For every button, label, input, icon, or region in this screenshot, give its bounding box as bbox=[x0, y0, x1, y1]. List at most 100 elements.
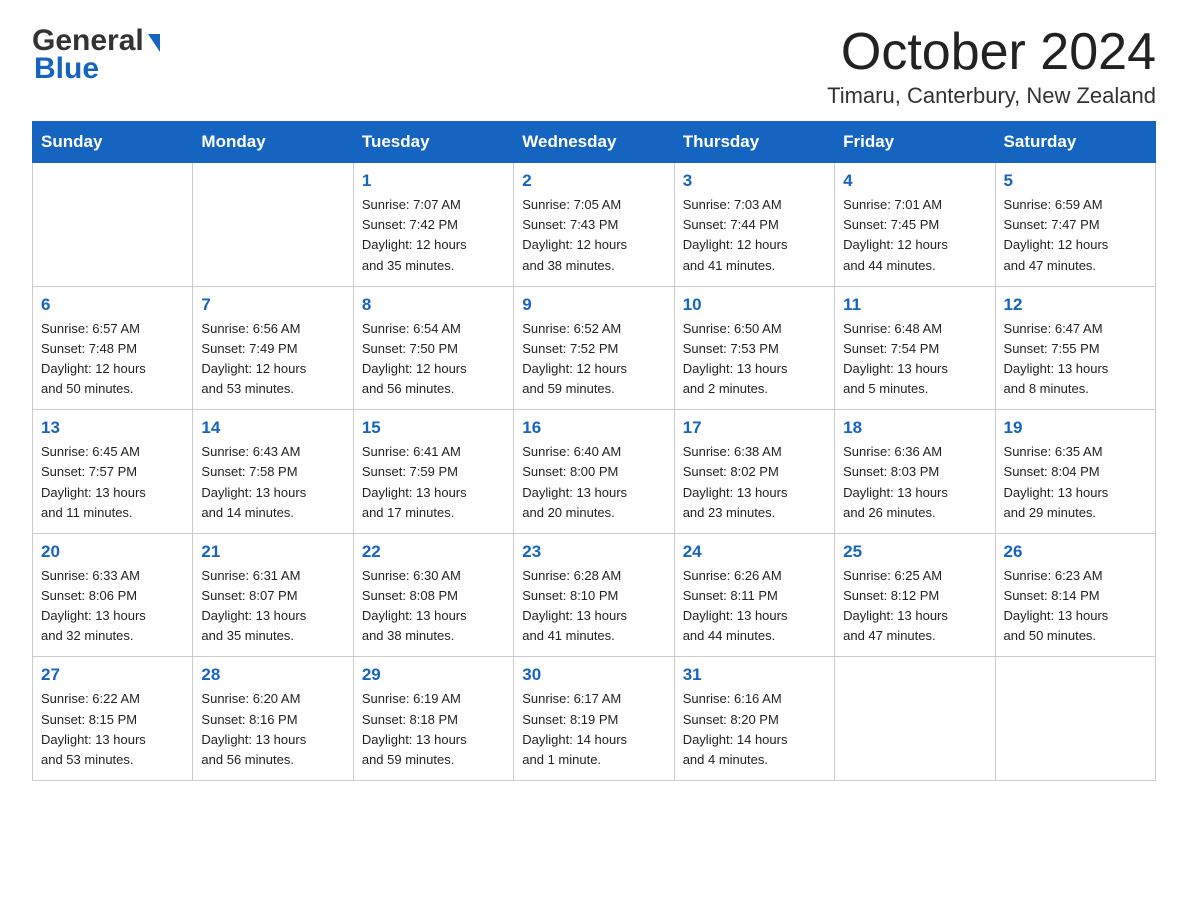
calendar-cell: 10 Sunrise: 6:50 AMSunset: 7:53 PMDayligh… bbox=[674, 286, 834, 410]
day-info: Sunrise: 6:41 AMSunset: 7:59 PMDaylight:… bbox=[362, 442, 505, 523]
day-info: Sunrise: 6:35 AMSunset: 8:04 PMDaylight:… bbox=[1004, 442, 1147, 523]
calendar-cell: 8Sunrise: 6:54 AMSunset: 7:50 PMDaylight… bbox=[353, 286, 513, 410]
calendar-cell: 30Sunrise: 6:17 AMSunset: 8:19 PMDayligh… bbox=[514, 657, 674, 781]
day-info: Sunrise: 6:40 AMSunset: 8:00 PMDaylight:… bbox=[522, 442, 665, 523]
title-block: October 2024 Timaru, Canterbury, New Zea… bbox=[827, 24, 1156, 109]
day-info: Sunrise: 6:45 AMSunset: 7:57 PMDaylight:… bbox=[41, 442, 184, 523]
calendar-cell bbox=[193, 163, 353, 287]
day-info: Sunrise: 6:59 AMSunset: 7:47 PMDaylight:… bbox=[1004, 195, 1147, 276]
day-number: 17 bbox=[683, 418, 826, 438]
calendar-week-row: 13 Sunrise: 6:45 AMSunset: 7:57 PMDayligh… bbox=[33, 410, 1156, 534]
calendar-cell: 22Sunrise: 6:30 AMSunset: 8:08 PMDayligh… bbox=[353, 533, 513, 657]
calendar-cell: 18 Sunrise: 6:36 AMSunset: 8:03 PMDayligh… bbox=[835, 410, 995, 534]
day-number: 6 bbox=[41, 295, 184, 315]
calendar-cell bbox=[995, 657, 1155, 781]
day-number: 10 bbox=[683, 295, 826, 315]
day-info: Sunrise: 6:16 AMSunset: 8:20 PMDaylight:… bbox=[683, 689, 826, 770]
day-info: Sunrise: 6:26 AMSunset: 8:11 PMDaylight:… bbox=[683, 566, 826, 647]
day-number: 11 bbox=[843, 295, 986, 315]
day-number: 1 bbox=[362, 171, 505, 191]
calendar-cell: 1Sunrise: 7:07 AMSunset: 7:42 PMDaylight… bbox=[353, 163, 513, 287]
calendar-cell: 11 Sunrise: 6:48 AMSunset: 7:54 PMDayligh… bbox=[835, 286, 995, 410]
calendar-cell bbox=[835, 657, 995, 781]
page-header: General Blue October 2024 Timaru, Canter… bbox=[32, 24, 1156, 109]
day-number: 15 bbox=[362, 418, 505, 438]
day-number: 9 bbox=[522, 295, 665, 315]
day-number: 24 bbox=[683, 542, 826, 562]
day-info: Sunrise: 6:43 AMSunset: 7:58 PMDaylight:… bbox=[201, 442, 344, 523]
day-number: 3 bbox=[683, 171, 826, 191]
calendar-cell: 31 Sunrise: 6:16 AMSunset: 8:20 PMDayligh… bbox=[674, 657, 834, 781]
calendar-cell: 5 Sunrise: 6:59 AMSunset: 7:47 PMDaylight… bbox=[995, 163, 1155, 287]
calendar-cell: 24 Sunrise: 6:26 AMSunset: 8:11 PMDayligh… bbox=[674, 533, 834, 657]
day-info: Sunrise: 6:38 AMSunset: 8:02 PMDaylight:… bbox=[683, 442, 826, 523]
day-number: 7 bbox=[201, 295, 344, 315]
calendar-cell: 3 Sunrise: 7:03 AMSunset: 7:44 PMDaylight… bbox=[674, 163, 834, 287]
calendar-cell: 17 Sunrise: 6:38 AMSunset: 8:02 PMDayligh… bbox=[674, 410, 834, 534]
day-number: 22 bbox=[362, 542, 505, 562]
day-number: 16 bbox=[522, 418, 665, 438]
logo-triangle-icon bbox=[148, 34, 160, 52]
weekday-header-row: SundayMondayTuesdayWednesdayThursdayFrid… bbox=[33, 122, 1156, 163]
day-number: 4 bbox=[843, 171, 986, 191]
calendar-cell: 15 Sunrise: 6:41 AMSunset: 7:59 PMDayligh… bbox=[353, 410, 513, 534]
day-number: 14 bbox=[201, 418, 344, 438]
calendar-week-row: 6 Sunrise: 6:57 AMSunset: 7:48 PMDaylight… bbox=[33, 286, 1156, 410]
calendar-cell: 20Sunrise: 6:33 AMSunset: 8:06 PMDayligh… bbox=[33, 533, 193, 657]
location-text: Timaru, Canterbury, New Zealand bbox=[827, 83, 1156, 109]
day-number: 2 bbox=[522, 171, 665, 191]
day-number: 30 bbox=[522, 665, 665, 685]
day-number: 19 bbox=[1004, 418, 1147, 438]
weekday-header-saturday: Saturday bbox=[995, 122, 1155, 163]
day-info: Sunrise: 6:47 AMSunset: 7:55 PMDaylight:… bbox=[1004, 319, 1147, 400]
weekday-header-thursday: Thursday bbox=[674, 122, 834, 163]
day-info: Sunrise: 6:57 AMSunset: 7:48 PMDaylight:… bbox=[41, 319, 184, 400]
day-number: 26 bbox=[1004, 542, 1147, 562]
day-info: Sunrise: 7:03 AMSunset: 7:44 PMDaylight:… bbox=[683, 195, 826, 276]
weekday-header-monday: Monday bbox=[193, 122, 353, 163]
day-number: 27 bbox=[41, 665, 184, 685]
calendar-cell: 21 Sunrise: 6:31 AMSunset: 8:07 PMDayligh… bbox=[193, 533, 353, 657]
day-number: 25 bbox=[843, 542, 986, 562]
calendar-cell: 25 Sunrise: 6:25 AMSunset: 8:12 PMDayligh… bbox=[835, 533, 995, 657]
logo-blue-text: Blue bbox=[34, 52, 160, 86]
day-info: Sunrise: 7:05 AMSunset: 7:43 PMDaylight:… bbox=[522, 195, 665, 276]
calendar-cell: 13 Sunrise: 6:45 AMSunset: 7:57 PMDayligh… bbox=[33, 410, 193, 534]
day-number: 31 bbox=[683, 665, 826, 685]
weekday-header-sunday: Sunday bbox=[33, 122, 193, 163]
day-number: 29 bbox=[362, 665, 505, 685]
day-number: 21 bbox=[201, 542, 344, 562]
calendar-cell: 6 Sunrise: 6:57 AMSunset: 7:48 PMDaylight… bbox=[33, 286, 193, 410]
day-info: Sunrise: 6:54 AMSunset: 7:50 PMDaylight:… bbox=[362, 319, 505, 400]
day-info: Sunrise: 6:56 AMSunset: 7:49 PMDaylight:… bbox=[201, 319, 344, 400]
day-info: Sunrise: 6:28 AMSunset: 8:10 PMDaylight:… bbox=[522, 566, 665, 647]
day-info: Sunrise: 6:25 AMSunset: 8:12 PMDaylight:… bbox=[843, 566, 986, 647]
calendar-cell: 7 Sunrise: 6:56 AMSunset: 7:49 PMDaylight… bbox=[193, 286, 353, 410]
calendar-table: SundayMondayTuesdayWednesdayThursdayFrid… bbox=[32, 121, 1156, 781]
day-info: Sunrise: 6:31 AMSunset: 8:07 PMDaylight:… bbox=[201, 566, 344, 647]
calendar-cell: 23Sunrise: 6:28 AMSunset: 8:10 PMDayligh… bbox=[514, 533, 674, 657]
calendar-cell: 19 Sunrise: 6:35 AMSunset: 8:04 PMDayligh… bbox=[995, 410, 1155, 534]
calendar-week-row: 27 Sunrise: 6:22 AMSunset: 8:15 PMDayligh… bbox=[33, 657, 1156, 781]
day-info: Sunrise: 6:33 AMSunset: 8:06 PMDaylight:… bbox=[41, 566, 184, 647]
calendar-cell bbox=[33, 163, 193, 287]
logo: General Blue bbox=[32, 24, 160, 86]
weekday-header-wednesday: Wednesday bbox=[514, 122, 674, 163]
day-number: 18 bbox=[843, 418, 986, 438]
calendar-cell: 16 Sunrise: 6:40 AMSunset: 8:00 PMDayligh… bbox=[514, 410, 674, 534]
day-info: Sunrise: 6:50 AMSunset: 7:53 PMDaylight:… bbox=[683, 319, 826, 400]
day-info: Sunrise: 6:19 AMSunset: 8:18 PMDaylight:… bbox=[362, 689, 505, 770]
day-number: 5 bbox=[1004, 171, 1147, 191]
day-info: Sunrise: 6:36 AMSunset: 8:03 PMDaylight:… bbox=[843, 442, 986, 523]
weekday-header-friday: Friday bbox=[835, 122, 995, 163]
day-info: Sunrise: 6:52 AMSunset: 7:52 PMDaylight:… bbox=[522, 319, 665, 400]
calendar-cell: 2 Sunrise: 7:05 AMSunset: 7:43 PMDaylight… bbox=[514, 163, 674, 287]
day-info: Sunrise: 6:22 AMSunset: 8:15 PMDaylight:… bbox=[41, 689, 184, 770]
calendar-cell: 12Sunrise: 6:47 AMSunset: 7:55 PMDayligh… bbox=[995, 286, 1155, 410]
calendar-cell: 28Sunrise: 6:20 AMSunset: 8:16 PMDayligh… bbox=[193, 657, 353, 781]
calendar-week-row: 1Sunrise: 7:07 AMSunset: 7:42 PMDaylight… bbox=[33, 163, 1156, 287]
weekday-header-tuesday: Tuesday bbox=[353, 122, 513, 163]
calendar-cell: 27 Sunrise: 6:22 AMSunset: 8:15 PMDayligh… bbox=[33, 657, 193, 781]
day-number: 13 bbox=[41, 418, 184, 438]
day-info: Sunrise: 6:48 AMSunset: 7:54 PMDaylight:… bbox=[843, 319, 986, 400]
